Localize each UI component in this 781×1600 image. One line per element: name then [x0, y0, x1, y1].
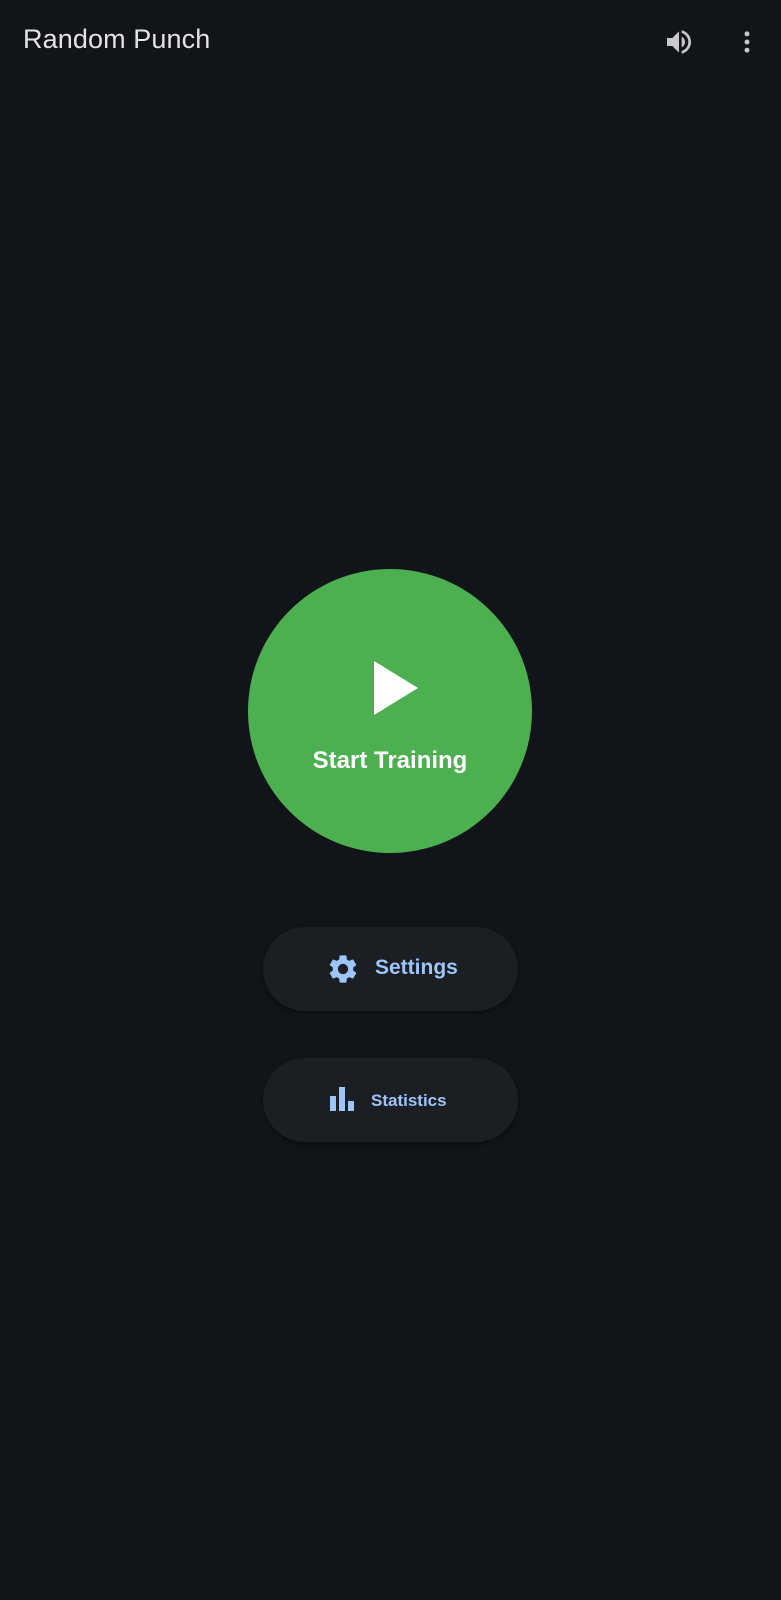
app-root: Random Punch Start Training Settings Sta… [0, 0, 781, 1600]
volume-up-icon [667, 30, 691, 54]
app-bar: Random Punch [0, 0, 781, 86]
start-training-label: Start Training [312, 747, 468, 774]
statistics-label: Statistics [371, 1091, 447, 1110]
settings-button[interactable]: Settings [263, 927, 518, 1011]
more-options-button[interactable] [723, 18, 771, 66]
settings-label: Settings [375, 956, 458, 979]
volume-button[interactable] [655, 18, 703, 66]
gear-icon [326, 952, 360, 986]
statistics-button[interactable]: Statistics [263, 1058, 518, 1142]
play-icon [374, 661, 418, 715]
bar-chart-icon [329, 1086, 355, 1112]
more-vert-icon [744, 31, 750, 53]
app-title: Random Punch [23, 24, 211, 54]
